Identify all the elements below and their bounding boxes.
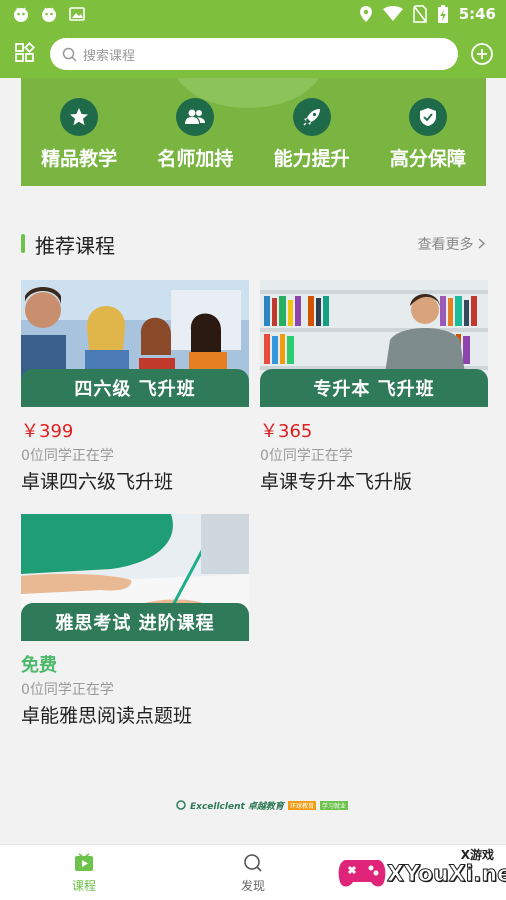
brand-logo: Excellclent 卓越教育 环球教育 学习就业 <box>176 798 348 812</box>
chevron-right-icon <box>478 238 486 249</box>
course-image: 四六级 飞升班 <box>21 280 249 407</box>
course-card[interactable]: 四六级 飞升班 ￥399 0位同学正在学 卓课四六级飞升班 <box>21 280 249 494</box>
course-card[interactable]: 专升本 飞升班 ￥365 0位同学正在学 卓课专升本飞升版 <box>260 280 488 494</box>
play-icon <box>75 853 93 871</box>
course-students: 0位同学正在学 <box>21 682 114 698</box>
no-sim-icon <box>412 5 427 23</box>
tab-label: 课程 <box>71 879 96 893</box>
course-image: 专升本 飞升班 <box>260 280 488 407</box>
battery-charging-icon <box>437 5 448 23</box>
search-icon <box>244 854 262 872</box>
android-face-icon-2 <box>42 7 56 22</box>
add-circle-icon[interactable] <box>470 42 494 66</box>
android-face-icon <box>14 7 28 22</box>
feature-label: 能力提升 <box>273 148 350 170</box>
people-icon <box>176 98 215 136</box>
feature-high-score: 高分保障 <box>370 98 486 171</box>
brand-tag: 环球教育 <box>287 800 316 810</box>
brand-tag-2: 学习就业 <box>319 800 348 810</box>
feature-famous-teachers: 名师加持 <box>137 98 253 171</box>
feature-label: 名师加持 <box>157 148 234 170</box>
course-ribbon: 四六级 飞升班 <box>21 369 249 407</box>
status-bar: 5:46 <box>0 0 506 30</box>
course-name: 卓课专升本飞升版 <box>260 471 413 493</box>
course-name: 卓能雅思阅读点题班 <box>21 705 193 727</box>
brand-text: Excellclent 卓越教育 <box>190 801 284 812</box>
rocket-icon <box>292 98 331 136</box>
tab-discover[interactable]: 发现 <box>213 853 293 894</box>
star-icon <box>60 98 99 136</box>
view-more-label: 查看更多 <box>417 237 474 253</box>
view-more-link[interactable]: 查看更多 <box>418 234 486 254</box>
course-price: ￥365 <box>260 421 313 442</box>
feature-ability-boost: 能力提升 <box>254 98 370 171</box>
location-icon <box>359 6 372 22</box>
section-title: 推荐课程 <box>35 234 115 258</box>
shield-icon <box>408 98 447 136</box>
course-price: ￥399 <box>21 421 74 442</box>
tab-courses[interactable]: 课程 <box>44 853 124 894</box>
feature-label: 高分保障 <box>389 148 466 170</box>
course-students: 0位同学正在学 <box>21 448 114 464</box>
section-accent-bar <box>21 234 25 253</box>
course-ribbon: 专升本 飞升班 <box>260 369 488 407</box>
banner[interactable]: 精品教学 名师加持 能力提升 高分保障 <box>21 78 486 186</box>
app-bar: 搜索课程 <box>0 30 506 78</box>
gamepad-logo-icon <box>338 860 386 887</box>
feature-list: 精品教学 名师加持 能力提升 高分保障 <box>21 98 486 171</box>
course-price: 免费 <box>21 655 57 676</box>
course-name: 卓课四六级飞升班 <box>21 471 174 493</box>
watermark: X游戏 XYouXi.net <box>335 846 506 900</box>
course-card[interactable]: 雅思考试 进阶课程 免费 0位同学正在学 卓能雅思阅读点题班 <box>21 514 249 728</box>
feature-label: 精品教学 <box>41 148 118 170</box>
watermark-text: XYouXi.net <box>387 862 506 888</box>
wifi-icon <box>382 6 403 21</box>
image-icon <box>69 7 85 21</box>
feature-quality-teaching: 精品教学 <box>21 98 137 171</box>
tab-label: 发现 <box>240 879 265 893</box>
search-placeholder: 搜索课程 <box>83 48 136 64</box>
watermark-small-text: X游戏 <box>460 848 494 862</box>
course-ribbon: 雅思考试 进阶课程 <box>21 603 249 641</box>
category-grid-icon[interactable] <box>14 42 36 64</box>
course-students: 0位同学正在学 <box>260 448 353 464</box>
search-icon <box>62 47 77 62</box>
leaf-logo-icon <box>176 800 186 810</box>
recommended-section-header: 推荐课程 查看更多 <box>21 230 486 258</box>
search-input[interactable]: 搜索课程 <box>50 38 458 70</box>
course-image: 雅思考试 进阶课程 <box>21 514 249 641</box>
status-time: 5:46 <box>458 5 496 23</box>
